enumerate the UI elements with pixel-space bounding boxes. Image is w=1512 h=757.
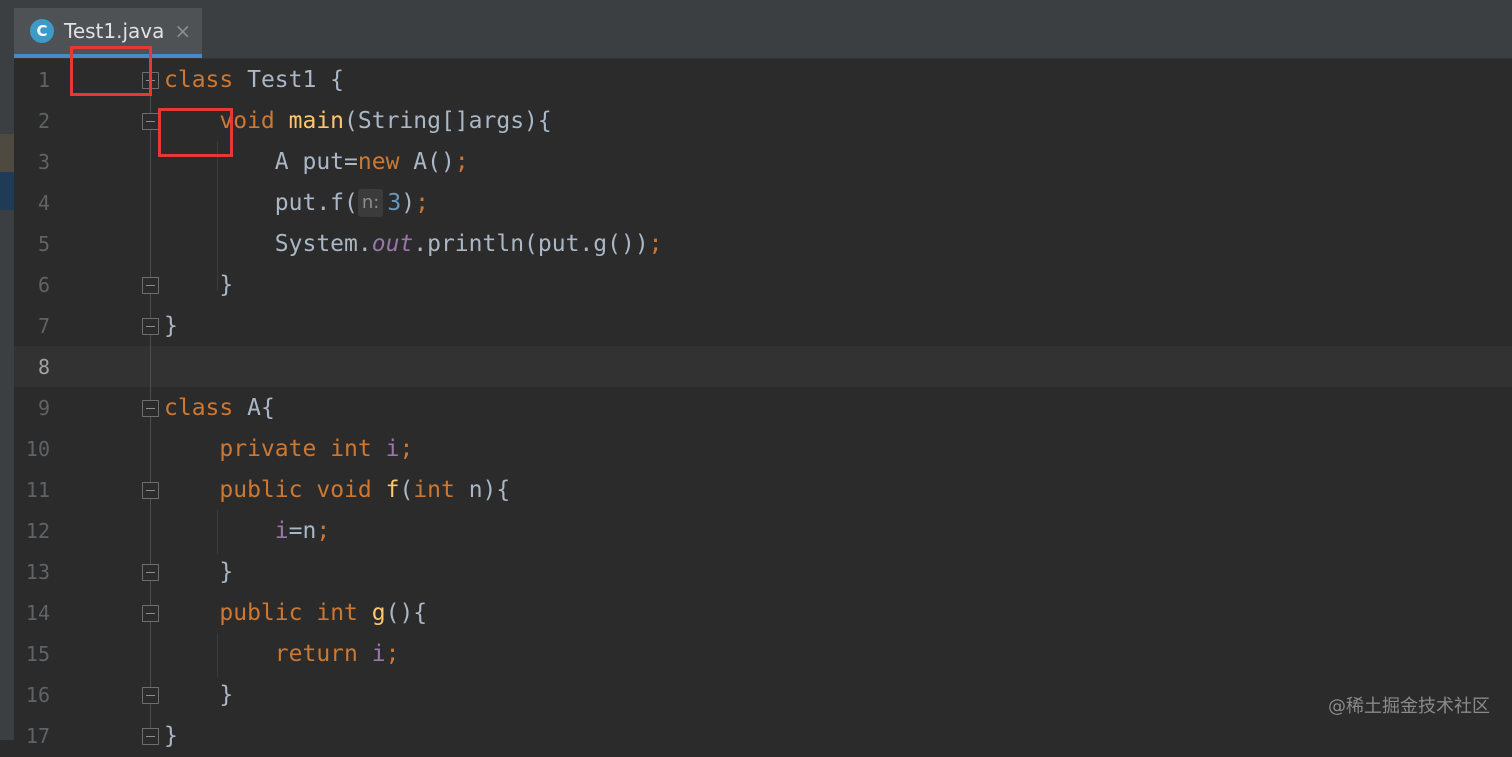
code-text: } xyxy=(219,559,234,585)
line-number: 12 xyxy=(25,519,50,543)
code-editor[interactable]: 1 class Test1 { 2 void main(String[]args… xyxy=(14,59,1512,749)
code-line: 14 public int g(){ xyxy=(14,593,1512,634)
code-text: } xyxy=(219,272,234,298)
code-text: public int g(){ xyxy=(219,600,428,626)
code-line: 1 class Test1 { xyxy=(14,60,1512,101)
code-text: } xyxy=(164,313,178,339)
code-text: } xyxy=(219,682,234,708)
code-line: 5 System.out.println(put.g()); xyxy=(14,224,1512,265)
code-line: 13 } xyxy=(14,552,1512,593)
line-number: 7 xyxy=(37,314,50,338)
strip-marker-selected xyxy=(0,172,14,210)
fold-icon[interactable] xyxy=(142,113,159,130)
code-text: class A{ xyxy=(164,395,275,421)
line-number: 10 xyxy=(25,437,50,461)
code-text: } xyxy=(164,723,178,749)
fold-icon[interactable] xyxy=(142,400,159,417)
code-text: return i; xyxy=(274,641,400,667)
fold-icon[interactable] xyxy=(142,605,159,622)
code-line: 4 put.f(n: 3); xyxy=(14,183,1512,224)
close-icon[interactable]: × xyxy=(174,19,191,43)
code-line: 7 } xyxy=(14,306,1512,347)
code-line: 3 A put=new A(); xyxy=(14,142,1512,183)
line-number: 1 xyxy=(37,68,50,92)
tab-title: Test1.java xyxy=(64,19,165,43)
code-text: class Test1 { xyxy=(164,67,345,93)
code-line: 15 return i; xyxy=(14,634,1512,675)
code-line: 12 i=n; xyxy=(14,511,1512,552)
code-text: public void f(int n){ xyxy=(219,477,511,503)
strip-marker xyxy=(0,134,14,172)
line-number: 5 xyxy=(37,232,50,256)
line-number: 3 xyxy=(37,150,50,174)
code-text: private int i; xyxy=(219,436,414,462)
fold-icon[interactable] xyxy=(142,687,159,704)
line-number: 15 xyxy=(25,642,50,666)
editor-tab-bar: C Test1.java × xyxy=(14,0,1512,59)
code-line-current: 8 xyxy=(14,347,1512,388)
code-line: 6 } xyxy=(14,265,1512,306)
code-line: 2 void main(String[]args){ xyxy=(14,101,1512,142)
annotation-box xyxy=(158,108,233,157)
code-line: 9 class A{ xyxy=(14,388,1512,429)
fold-icon[interactable] xyxy=(142,482,159,499)
code-text: i=n; xyxy=(274,518,331,544)
line-number: 4 xyxy=(37,191,50,215)
line-number: 8 xyxy=(37,355,50,379)
line-number: 16 xyxy=(25,683,50,707)
line-number: 11 xyxy=(25,478,50,502)
line-number: 2 xyxy=(37,109,50,133)
java-class-icon: C xyxy=(30,19,54,43)
fold-icon[interactable] xyxy=(142,728,159,745)
fold-icon[interactable] xyxy=(142,318,159,335)
parameter-hint: n: xyxy=(357,189,384,217)
code-line: 16 } xyxy=(14,675,1512,716)
tool-window-strip xyxy=(0,0,14,740)
annotation-box xyxy=(70,46,152,96)
code-text: System.out.println(put.g()); xyxy=(274,231,663,257)
code-line: 17 } xyxy=(14,716,1512,757)
code-line: 11 public void f(int n){ xyxy=(14,470,1512,511)
code-text: put.f(n: 3); xyxy=(274,189,429,217)
line-number: 13 xyxy=(25,560,50,584)
line-number: 9 xyxy=(37,396,50,420)
line-number: 6 xyxy=(37,273,50,297)
watermark: @稀土掘金技术社区 xyxy=(1328,696,1490,717)
line-number: 17 xyxy=(25,724,50,748)
line-number: 14 xyxy=(25,601,50,625)
fold-icon[interactable] xyxy=(142,277,159,294)
fold-icon[interactable] xyxy=(142,564,159,581)
code-line: 10 private int i; xyxy=(14,429,1512,470)
